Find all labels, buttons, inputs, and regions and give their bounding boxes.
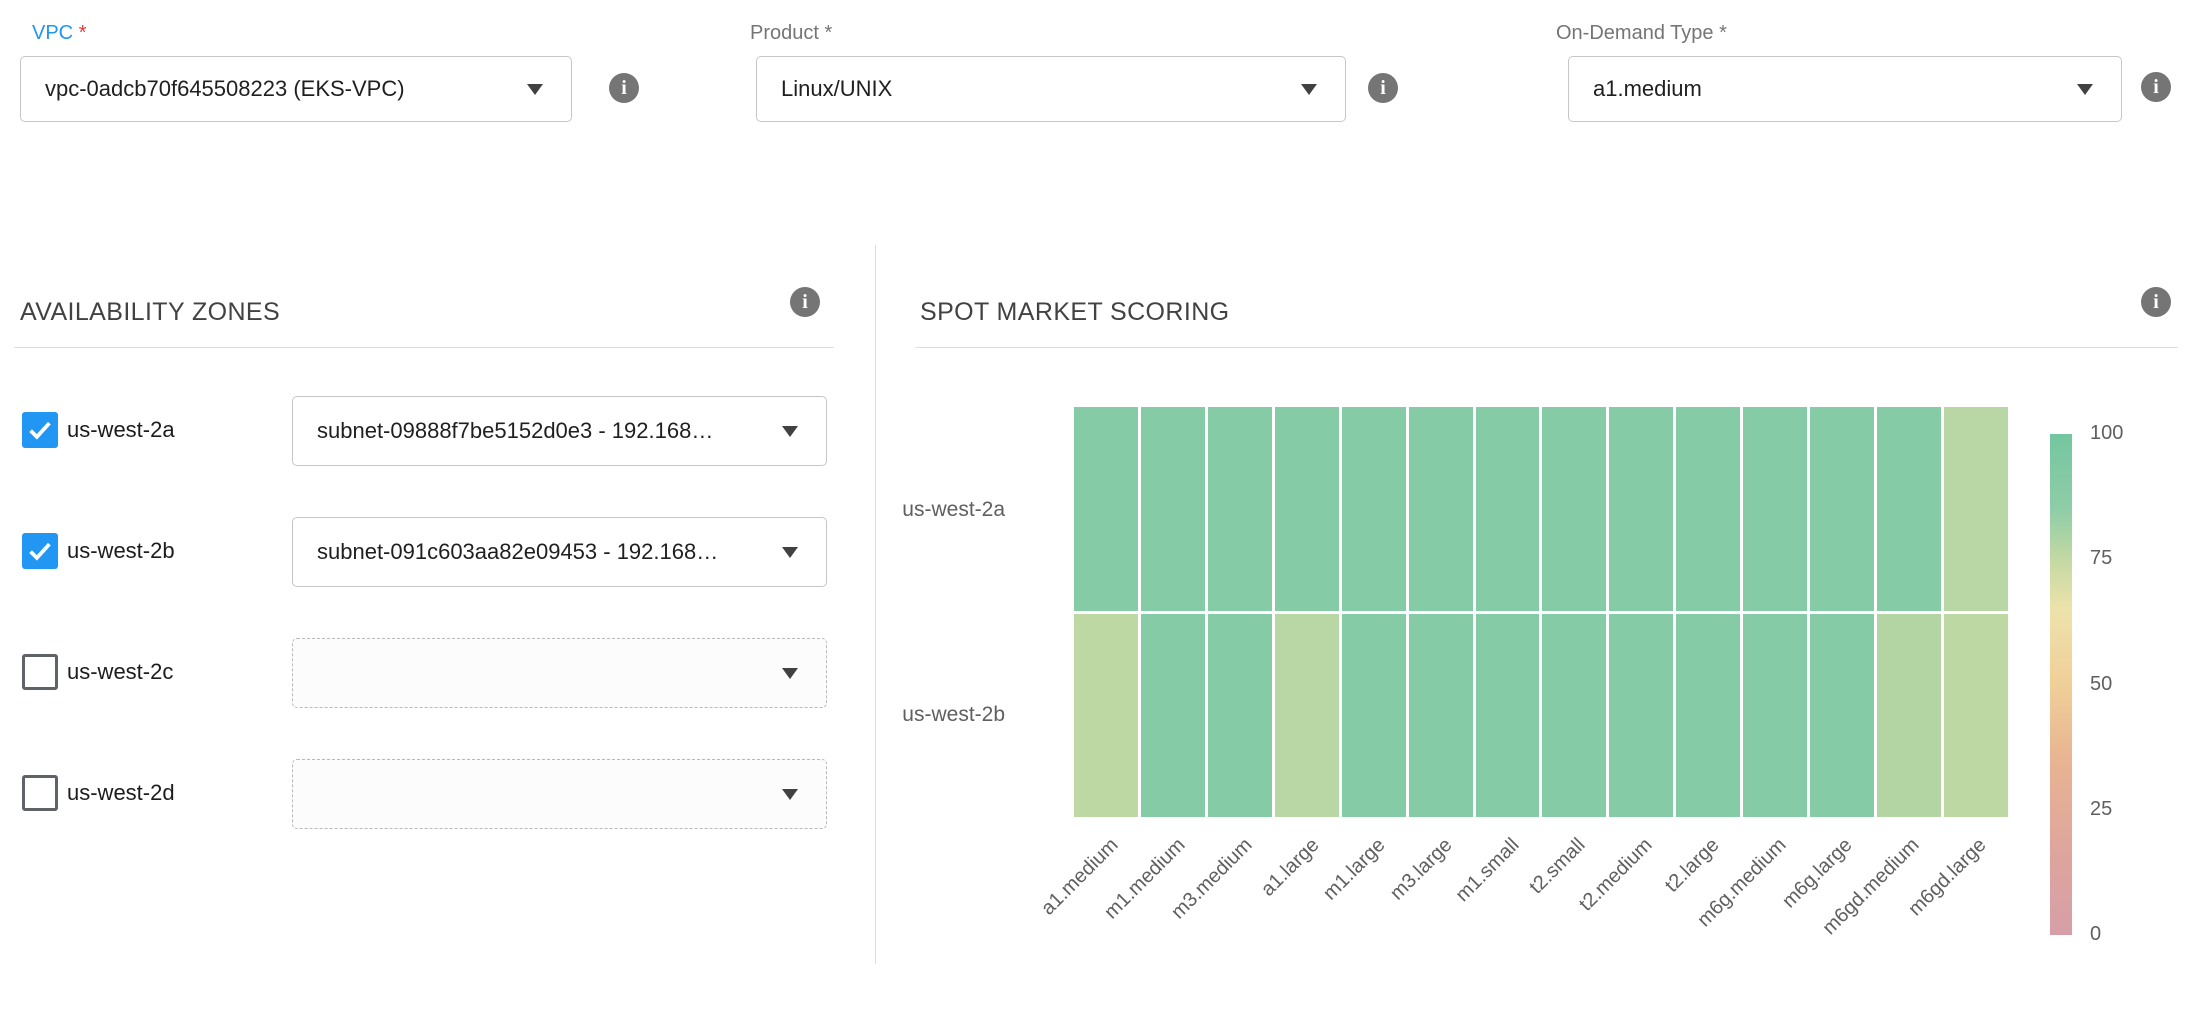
availability-zones-info-icon[interactable]: i [790, 287, 820, 317]
product-info-icon[interactable]: i [1368, 73, 1398, 103]
az-zone-label: us-west-2a [67, 417, 175, 443]
az-row-us-west-2d: us-west-2d [0, 759, 870, 829]
az-zone-label: us-west-2b [67, 538, 175, 564]
product-label-text: Product [750, 22, 819, 44]
colorbar [2050, 434, 2072, 935]
dropdown-caret-icon [527, 84, 543, 95]
vpc-required-asterisk: * [79, 22, 87, 44]
heatmap-x-axis: a1.mediumm1.mediumm3.mediuma1.largem1.la… [1074, 818, 2008, 964]
subnet-select-value: subnet-09888f7be5152d0e3 - 192.168… [317, 418, 713, 444]
subnet-select[interactable] [292, 638, 827, 708]
heatmap-cell [1275, 407, 1339, 611]
on-demand-type-field-label: On-Demand Type * [1556, 22, 1727, 45]
colorbar-tick-label: 0 [2090, 923, 2101, 946]
subnet-select[interactable] [292, 759, 827, 829]
heatmap-cell [1676, 614, 1740, 818]
heatmap-cell [1074, 407, 1138, 611]
az-checkbox[interactable] [22, 412, 58, 448]
heatmap-cell [1542, 407, 1606, 611]
subnet-select[interactable]: subnet-09888f7be5152d0e3 - 192.168… [292, 396, 827, 466]
heatmap-cell [1275, 614, 1339, 818]
az-row-us-west-2c: us-west-2c [0, 638, 870, 708]
heatmap-y-label: us-west-2a [902, 498, 1005, 522]
spot-market-divider [915, 347, 2178, 348]
heatmap-cell [1810, 407, 1874, 611]
vpc-info-icon[interactable]: i [609, 73, 639, 103]
az-zone-label: us-west-2d [67, 780, 175, 806]
heatmap-cell [1208, 407, 1272, 611]
checkmark-icon [25, 536, 55, 566]
colorbar-tick-label: 75 [2090, 547, 2112, 570]
az-checkbox[interactable] [22, 654, 58, 690]
colorbar-tick-label: 25 [2090, 798, 2112, 821]
heatmap-cell [1141, 407, 1205, 611]
heatmap-y-label: us-west-2b [902, 703, 1005, 727]
checkmark-icon [25, 415, 55, 445]
heatmap-cell [1944, 614, 2008, 818]
heatmap-cell [1743, 614, 1807, 818]
vpc-select-value: vpc-0adcb70f645508223 (EKS-VPC) [45, 76, 405, 102]
on-demand-type-info-icon[interactable]: i [2141, 72, 2171, 102]
on-demand-type-select-value: a1.medium [1593, 76, 1702, 102]
availability-zones-divider [14, 347, 834, 348]
heatmap-cell [1342, 614, 1406, 818]
heatmap-cell [1743, 407, 1807, 611]
heatmap-cell [1542, 614, 1606, 818]
az-checkbox[interactable] [22, 775, 58, 811]
heatmap-cell [1676, 407, 1740, 611]
heatmap-grid [1074, 407, 2008, 817]
vpc-label-text: VPC [32, 22, 73, 44]
az-row-us-west-2b: us-west-2b subnet-091c603aa82e09453 - 19… [0, 517, 870, 587]
colorbar-tick-label: 50 [2090, 673, 2112, 696]
vpc-field-label: VPC * [32, 22, 86, 45]
on-demand-type-label-text: On-Demand Type [1556, 22, 1714, 44]
dropdown-caret-icon [1301, 84, 1317, 95]
heatmap-cell [1409, 407, 1473, 611]
on-demand-type-required-asterisk: * [1719, 22, 1727, 44]
heatmap-cell [1141, 614, 1205, 818]
spot-market-scoring-title: SPOT MARKET SCORING [920, 298, 1230, 327]
product-select-value: Linux/UNIX [781, 76, 892, 102]
heatmap-cell [1877, 614, 1941, 818]
az-zone-label: us-west-2c [67, 659, 173, 685]
vpc-select[interactable]: vpc-0adcb70f645508223 (EKS-VPC) [20, 56, 572, 122]
heatmap-cell [1074, 614, 1138, 818]
colorbar-ticks: 1007550250 [2090, 434, 2160, 935]
heatmap-cell [1476, 407, 1540, 611]
subnet-select-value: subnet-091c603aa82e09453 - 192.168… [317, 539, 718, 565]
heatmap-cell [1208, 614, 1272, 818]
heatmap-cell [1609, 614, 1673, 818]
product-field-label: Product * [750, 22, 832, 45]
heatmap-cell [1342, 407, 1406, 611]
az-checkbox[interactable] [22, 533, 58, 569]
spot-market-info-icon[interactable]: i [2141, 287, 2171, 317]
on-demand-type-select[interactable]: a1.medium [1568, 56, 2122, 122]
heatmap-cell [1810, 614, 1874, 818]
availability-zones-title: AVAILABILITY ZONES [20, 298, 280, 327]
heatmap-cell [1409, 614, 1473, 818]
product-required-asterisk: * [825, 22, 833, 44]
subnet-select[interactable]: subnet-091c603aa82e09453 - 192.168… [292, 517, 827, 587]
heatmap-cell [1609, 407, 1673, 611]
dropdown-caret-icon [2077, 84, 2093, 95]
heatmap-y-axis: us-west-2a us-west-2b [775, 407, 1005, 817]
az-row-us-west-2a: us-west-2a subnet-09888f7be5152d0e3 - 19… [0, 396, 870, 466]
colorbar-tick-label: 100 [2090, 422, 2123, 445]
heatmap-cell [1944, 407, 2008, 611]
heatmap-cell [1476, 614, 1540, 818]
heatmap-cell [1877, 407, 1941, 611]
product-select[interactable]: Linux/UNIX [756, 56, 1346, 122]
